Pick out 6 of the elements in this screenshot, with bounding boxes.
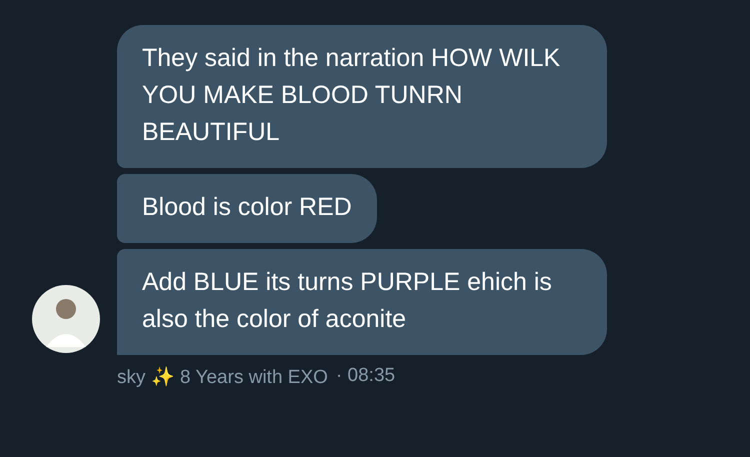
message-bubble: They said in the narration HOW WILK YOU MAKE BLOOD TUNRN BEAUTIFUL: [117, 25, 607, 168]
message-bubble: Blood is color RED: [117, 174, 377, 243]
message-time: · 08:35: [336, 365, 396, 388]
message-bubble: Add BLUE its turns PURPLE ehich is also the color of aconite: [117, 249, 607, 355]
avatar[interactable]: [32, 285, 100, 353]
sender-name: sky ✨ 8 Years with EXO: [117, 366, 328, 389]
